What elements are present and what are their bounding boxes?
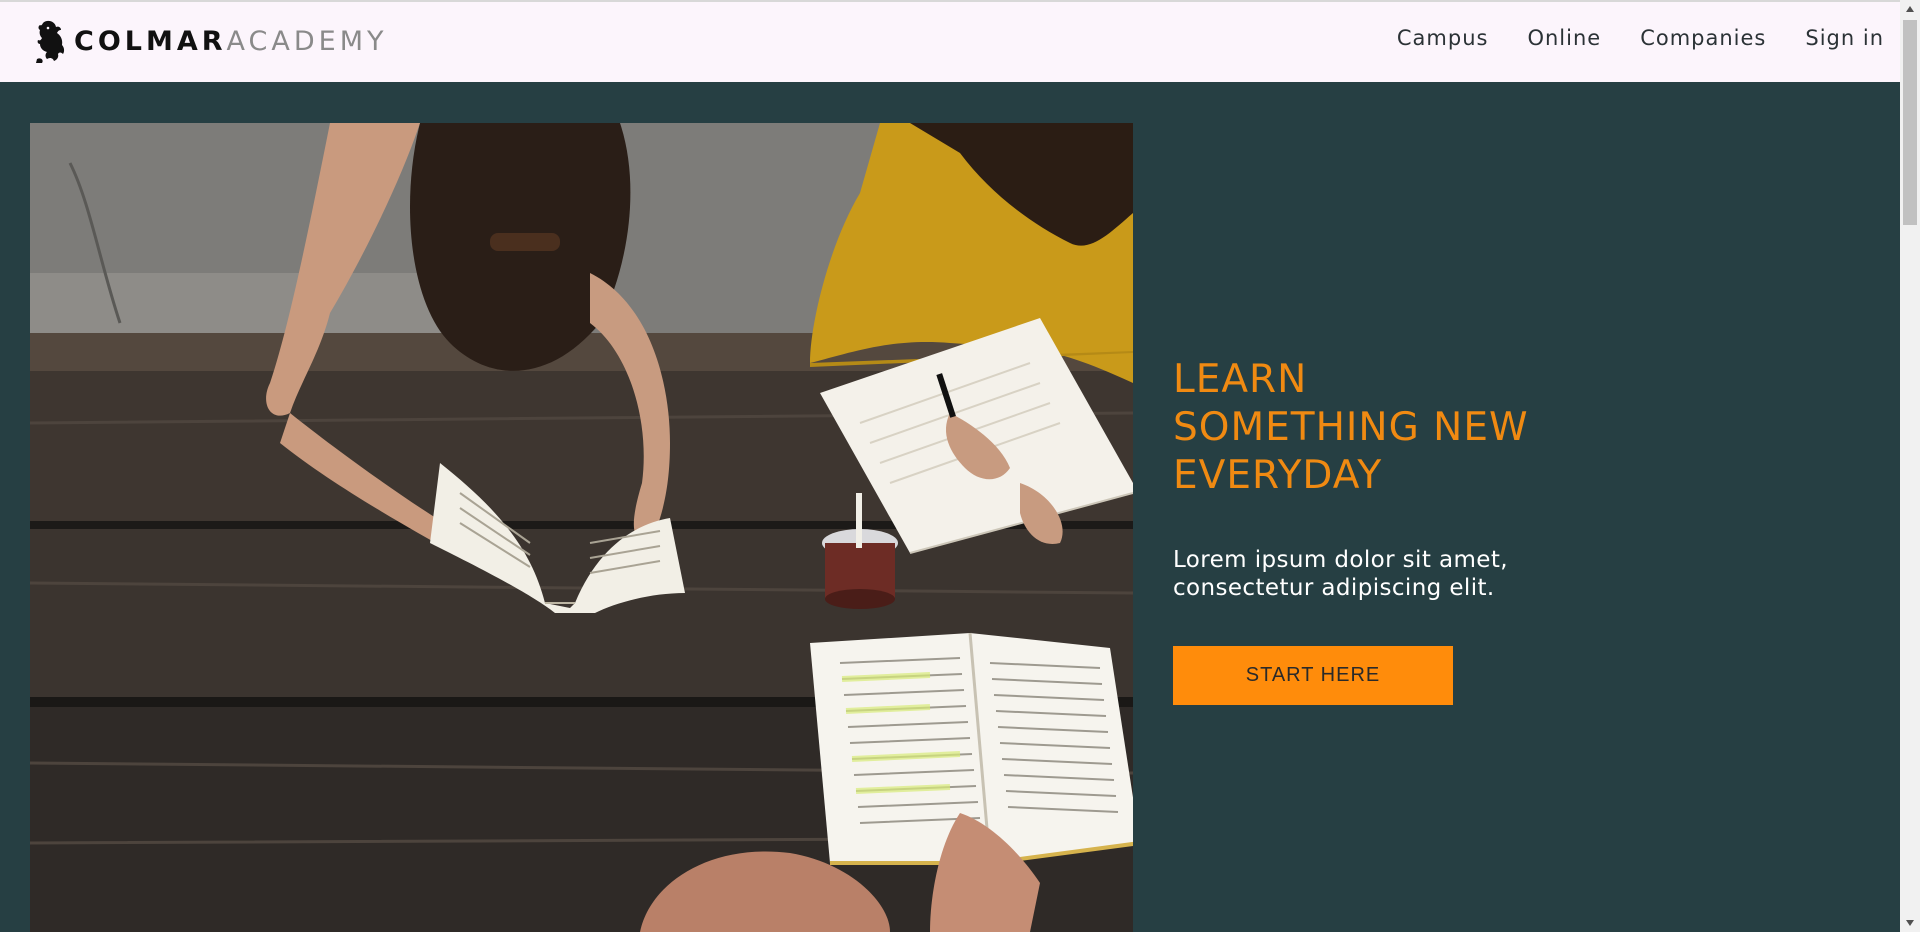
hero-image <box>30 123 1133 932</box>
arrow-up-icon[interactable] <box>1900 0 1920 18</box>
nav-link-campus[interactable]: Campus <box>1397 26 1489 50</box>
brand-name-strong: COLMAR <box>74 25 227 57</box>
start-here-button[interactable]: START HERE <box>1173 646 1453 705</box>
hero-content: LEARN SOMETHING NEW EVERYDAY Lorem ipsum… <box>1173 356 1613 705</box>
scrollbar-thumb[interactable] <box>1903 20 1917 225</box>
hero-photo-illustration <box>30 123 1133 932</box>
hero-title: LEARN SOMETHING NEW EVERYDAY <box>1173 357 1529 498</box>
nav-link-companies[interactable]: Companies <box>1640 26 1766 50</box>
main-nav: Campus Online Companies Sign in <box>1358 26 1884 50</box>
nav-link-online[interactable]: Online <box>1527 26 1601 50</box>
top-navigation-bar: COLMAR ACADEMY Campus Online Companies Si… <box>0 0 1900 82</box>
brand-name-light: ACADEMY <box>226 25 388 57</box>
nav-link-sign-in[interactable]: Sign in <box>1805 26 1884 50</box>
vertical-scrollbar[interactable] <box>1900 0 1920 932</box>
hero-subtitle: Lorem ipsum dolor sit amet, consectetur … <box>1173 547 1508 601</box>
lion-rampant-icon <box>35 19 67 63</box>
site-logo[interactable]: COLMAR ACADEMY <box>35 18 388 64</box>
arrow-down-icon[interactable] <box>1900 914 1920 932</box>
